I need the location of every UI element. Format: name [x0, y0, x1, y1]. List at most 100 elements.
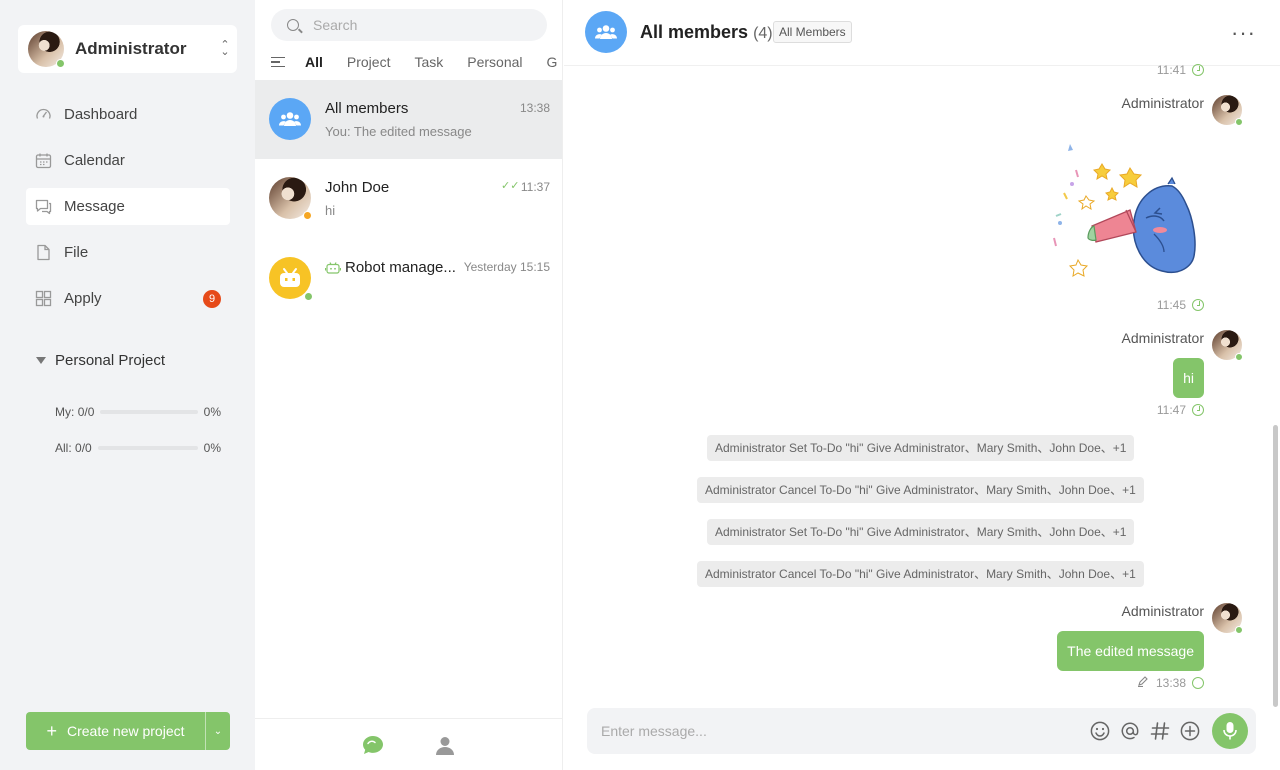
progress-count: 0/0: [75, 441, 92, 455]
john-doe-avatar: [269, 177, 312, 220]
clock-icon: [1192, 299, 1204, 311]
system-notice: Administrator Set To-Do "hi" Give Admini…: [707, 519, 1135, 545]
tab-task[interactable]: Task: [414, 54, 443, 70]
microphone-button[interactable]: [1212, 713, 1248, 749]
create-project-button-group: + Create new project ⌄: [26, 712, 230, 750]
emoji-icon[interactable]: [1090, 721, 1110, 741]
contacts-icon[interactable]: [435, 736, 455, 760]
conversation-item-john-doe[interactable]: John Doe ✓✓ 11:37 hi: [255, 159, 562, 238]
conversation-item-robot[interactable]: Robot manage... Yesterday 15:15: [255, 239, 562, 318]
robot-avatar: [269, 257, 313, 301]
conversation-time: 11:37: [520, 180, 550, 194]
mention-icon[interactable]: [1120, 721, 1140, 741]
conversation-preview: You: The edited message: [325, 124, 472, 139]
apply-count-badge: 9: [203, 290, 221, 308]
conversation-title: Robot manage...: [345, 259, 456, 276]
nav-item-calendar[interactable]: Calendar: [26, 142, 230, 179]
search-icon: [287, 19, 299, 31]
search-placeholder: Search: [313, 17, 358, 33]
online-status-dot: [56, 59, 65, 68]
create-project-label: Create new project: [67, 723, 185, 739]
search-input[interactable]: Search: [271, 9, 547, 41]
conversation-list-panel: Search All Project Task Personal G All m…: [255, 0, 563, 770]
tab-group[interactable]: G: [547, 54, 558, 70]
progress-label: All:: [55, 441, 72, 455]
personal-project-heading: Personal Project: [55, 352, 166, 369]
conversation-item-all-members[interactable]: All members 13:38 You: The edited messag…: [255, 80, 562, 159]
add-attachment-icon[interactable]: [1180, 721, 1200, 741]
message-bubble-hi[interactable]: hi: [1173, 358, 1204, 398]
away-status-dot: [303, 211, 312, 220]
bot-badge-icon: [324, 261, 342, 279]
time-text: 11:47: [1156, 403, 1186, 417]
nav-item-apply[interactable]: Apply 9: [26, 280, 230, 317]
online-status-dot: [304, 292, 313, 301]
edit-pencil-icon: [1137, 676, 1148, 690]
nav-item-message[interactable]: Message: [26, 188, 230, 225]
sender-avatar[interactable]: [1212, 95, 1243, 126]
member-count: (4): [753, 25, 773, 42]
online-status-dot: [1235, 353, 1243, 361]
conversation-title: John Doe: [325, 179, 390, 196]
online-status-dot: [1235, 626, 1243, 634]
nav-label-message: Message: [64, 198, 125, 215]
conversation-time: Yesterday 15:15: [463, 260, 550, 274]
more-options-icon[interactable]: ···: [1231, 20, 1256, 46]
personal-project-toggle[interactable]: Personal Project: [36, 352, 165, 369]
microphone-icon: [1223, 722, 1237, 740]
chevron-updown-icon: ⌃ ⌄: [220, 39, 230, 58]
chevron-down-icon: ⌄: [213, 725, 223, 737]
message-input-placeholder: Enter message...: [601, 723, 707, 739]
nav-label-calendar: Calendar: [64, 152, 125, 169]
sidebar: Administrator ⌃ ⌄ Dashboard Calendar Mess…: [0, 0, 255, 770]
conversation-time: 13:38: [519, 101, 550, 115]
file-icon: [35, 244, 52, 261]
user-avatar: [28, 31, 65, 68]
chat-tag: All Members: [773, 21, 852, 43]
message-input[interactable]: Enter message...: [587, 708, 1256, 754]
progress-percent: 0%: [203, 441, 221, 455]
message-time: 11:47: [1157, 403, 1204, 417]
nav-item-dashboard[interactable]: Dashboard: [26, 96, 230, 133]
nav-label-dashboard: Dashboard: [64, 106, 138, 123]
group-icon: [279, 112, 301, 126]
sender-avatar[interactable]: [1212, 330, 1243, 361]
message-bubble-edited[interactable]: The edited message: [1057, 631, 1204, 671]
chat-group-avatar[interactable]: [585, 11, 627, 53]
clock-icon: [1192, 64, 1204, 76]
message-time: 13:38: [1137, 676, 1204, 690]
nav-item-file[interactable]: File: [26, 234, 230, 271]
sending-status-icon: [1192, 677, 1204, 689]
user-name: Administrator: [75, 39, 187, 58]
hashtag-icon[interactable]: [1150, 721, 1170, 741]
user-switcher[interactable]: Administrator ⌃ ⌄: [18, 25, 237, 73]
create-project-button[interactable]: + Create new project: [26, 712, 206, 750]
progress-count: 0/0: [77, 405, 95, 419]
tab-all[interactable]: All: [305, 54, 323, 70]
tab-personal[interactable]: Personal: [467, 54, 522, 70]
sticker-image[interactable]: [1042, 138, 1202, 288]
plus-icon: +: [46, 721, 57, 741]
dashboard-icon: [35, 106, 52, 123]
chat-header: All members (4) All Members ···: [564, 0, 1280, 66]
robot-icon: [280, 268, 300, 287]
group-avatar: [269, 98, 311, 140]
system-notice: Administrator Set To-Do "hi" Give Admini…: [707, 435, 1135, 461]
sender-avatar[interactable]: [1212, 603, 1243, 634]
message-sender: Administrator: [1121, 330, 1204, 346]
chat-scrollbar[interactable]: [1273, 425, 1278, 707]
chat-title: All members (4): [640, 22, 773, 43]
chat-bubble-icon[interactable]: [362, 735, 384, 760]
menu-icon[interactable]: [271, 57, 285, 67]
time-text: 11:41: [1156, 63, 1186, 77]
nav-label-apply: Apply: [64, 290, 102, 307]
apps-icon: [35, 290, 52, 307]
message-sender: Administrator: [1121, 95, 1204, 111]
conversation-title: All members: [325, 100, 409, 117]
read-check-icon: ✓✓: [501, 180, 520, 192]
create-project-dropdown[interactable]: ⌄: [206, 712, 230, 750]
tab-project[interactable]: Project: [347, 54, 391, 70]
my-progress-row: My: 0/0 0%: [55, 405, 221, 419]
system-notice: Administrator Cancel To-Do "hi" Give Adm…: [697, 477, 1144, 503]
conversation-bottom-bar: [255, 718, 562, 770]
